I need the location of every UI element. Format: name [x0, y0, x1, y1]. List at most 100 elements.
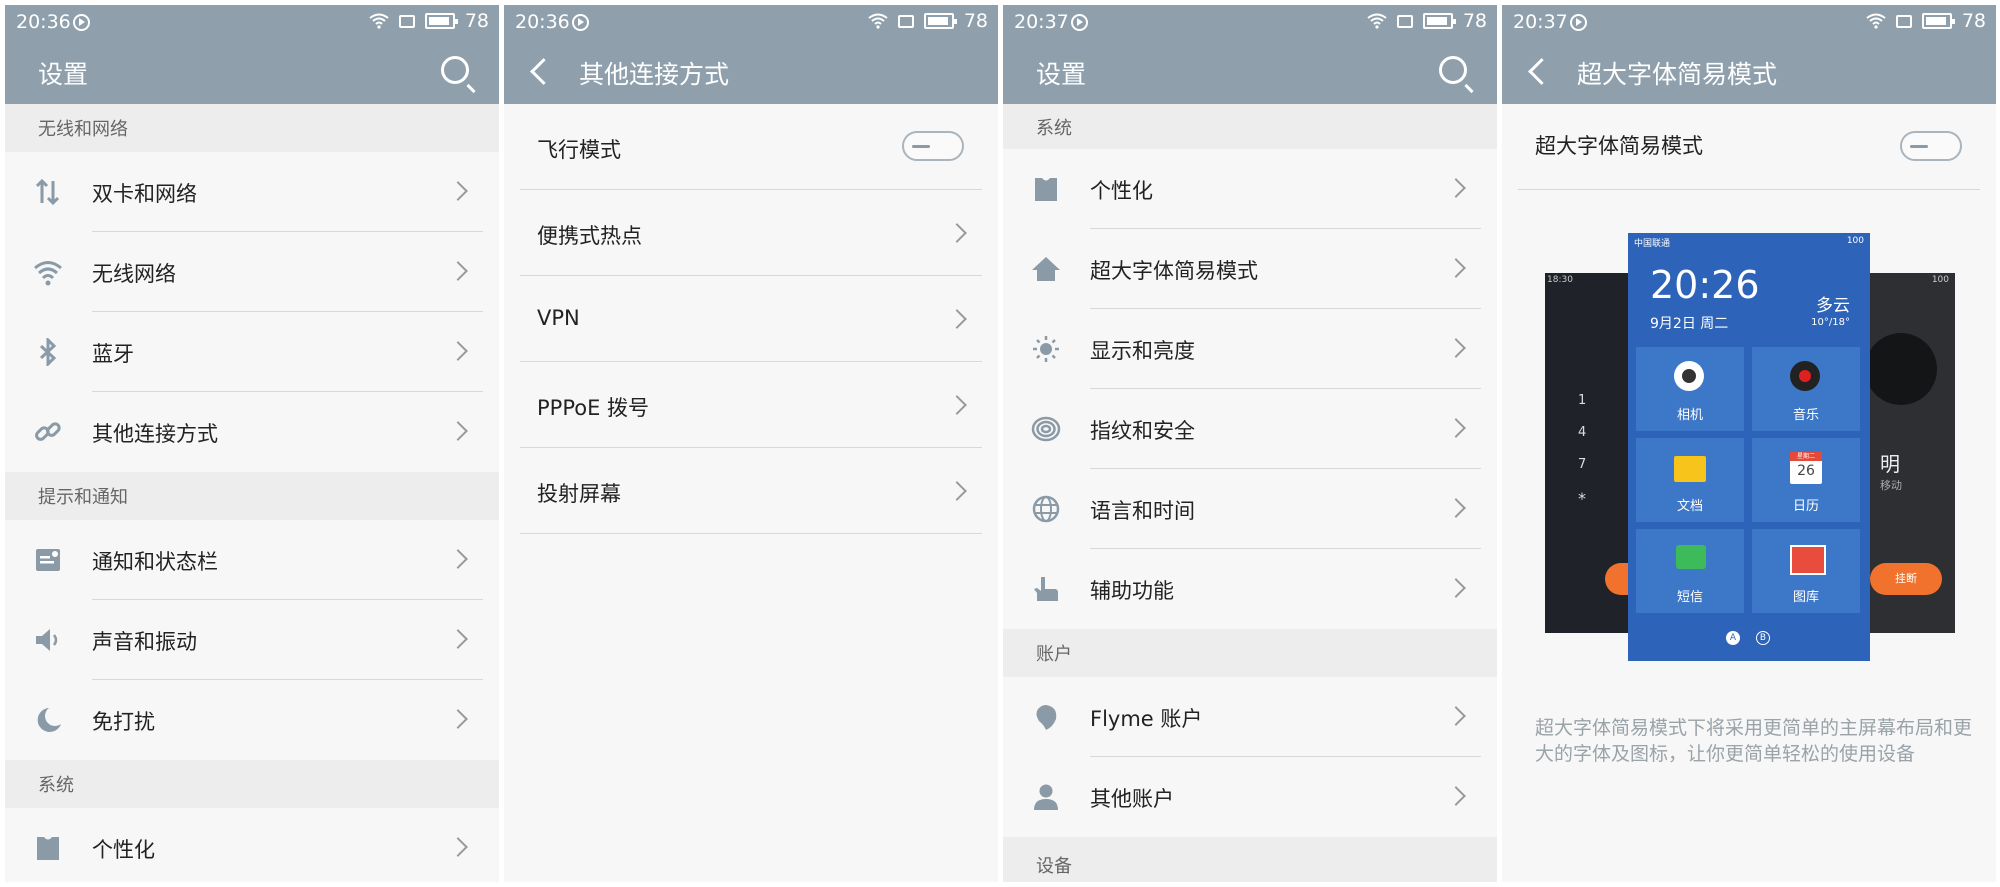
calendar-day: 26: [1797, 463, 1815, 479]
chevron-right-icon: [448, 421, 468, 441]
preview-right-name: 明: [1880, 452, 1900, 476]
battery-level: 78: [1961, 10, 1986, 32]
sim-status-icon: [1895, 14, 1912, 28]
large-font-mode-row: 超大字体简易模式: [1502, 104, 1996, 190]
settings-panel-main: 20:36 78 设置 无线和网络 双卡和网络 无线网络 蓝牙 其他连接方式 提…: [5, 5, 499, 882]
battery-icon: [923, 13, 957, 29]
large-font-mode-toggle[interactable]: [1900, 131, 1962, 161]
preview-main-phone: 中国联通 100 20:26 9月2日 周二 多云 10°/18° 相机 音乐 …: [1628, 233, 1870, 661]
fingerprint-icon: [1031, 416, 1061, 442]
settings-item-pppoe[interactable]: PPPoE 拨号: [504, 362, 998, 448]
wifi-status-icon: [1367, 13, 1387, 29]
chevron-right-icon: [1446, 418, 1466, 438]
personalize-icon: [1035, 178, 1057, 201]
settings-item-dual-sim[interactable]: 双卡和网络: [5, 152, 499, 232]
settings-item-other-connections[interactable]: 其他连接方式: [5, 392, 499, 472]
settings-item-screen-cast[interactable]: 投射屏幕: [504, 448, 998, 534]
settings-item-display[interactable]: 显示和亮度: [1003, 309, 1497, 389]
settings-item-label: 语言和时间: [1090, 499, 1195, 523]
chevron-right-icon: [947, 309, 967, 329]
chevron-right-icon: [1446, 706, 1466, 726]
chevron-right-icon: [448, 341, 468, 361]
settings-item-hotspot[interactable]: 便携式热点: [504, 190, 998, 276]
settings-panel-system: 20:37 78 设置 系统 个性化 超大字体简易模式 显示和亮度 指纹和安全: [1003, 5, 1497, 882]
brightness-icon: [1033, 336, 1059, 362]
preview-tile-calendar: 星期二 26 日历: [1752, 438, 1860, 522]
settings-item-label: 声音和振动: [92, 630, 197, 654]
settings-item-do-not-disturb[interactable]: 免打扰: [5, 680, 499, 760]
search-icon[interactable]: [441, 56, 469, 84]
message-icon: [1676, 545, 1706, 569]
settings-item-notifications[interactable]: 通知和状态栏: [5, 520, 499, 600]
gallery-icon: [1790, 545, 1826, 575]
settings-item-fingerprint[interactable]: 指纹和安全: [1003, 389, 1497, 469]
settings-item-personalize[interactable]: 个性化: [1003, 149, 1497, 229]
settings-item-large-font-mode[interactable]: 超大字体简易模式: [1003, 229, 1497, 309]
preview-date: 9月2日 周二: [1650, 316, 1729, 332]
preview-key: 4: [1578, 425, 1587, 440]
link-icon: [35, 422, 61, 441]
section-header: 账户: [1003, 629, 1497, 677]
airplane-mode-label: 飞行模式: [537, 138, 621, 162]
airplane-mode-row: 飞行模式: [504, 104, 998, 190]
dual-sim-icon: [35, 178, 60, 206]
preview-weather: 多云: [1816, 296, 1850, 316]
preview-tile-messages: 短信: [1636, 529, 1744, 613]
music-icon: [1790, 361, 1820, 391]
preview-tile-camera: 相机: [1636, 347, 1744, 431]
settings-item-flyme-account[interactable]: Flyme 账户: [1003, 677, 1497, 757]
page-indicator-label: A: [1729, 633, 1737, 643]
battery-level: 78: [464, 10, 489, 32]
hand-icon: [1034, 577, 1058, 601]
settings-item-vpn[interactable]: VPN: [504, 276, 998, 362]
airplane-mode-toggle[interactable]: [902, 131, 964, 161]
chevron-right-icon: [448, 261, 468, 281]
search-icon[interactable]: [1439, 56, 1467, 84]
large-font-mode-label: 超大字体简易模式: [1535, 134, 1703, 158]
settings-item-personalize[interactable]: 个性化: [5, 808, 499, 882]
page-title: 其他连接方式: [579, 60, 730, 89]
settings-item-other-accounts[interactable]: 其他账户: [1003, 757, 1497, 837]
back-arrow-icon[interactable]: [530, 58, 557, 85]
settings-item-bluetooth[interactable]: 蓝牙: [5, 312, 499, 392]
sim-status-icon: [398, 14, 415, 28]
settings-item-label: 个性化: [1090, 179, 1153, 203]
preview-right-subtext: 移动: [1880, 479, 1902, 492]
title-bar: 设置: [1003, 38, 1497, 104]
chevron-right-icon: [947, 223, 967, 243]
other-connections-panel: 20:36 78 其他连接方式 飞行模式 便携式热点 VPN PPPoE 拨号 …: [504, 5, 998, 882]
settings-item-accessibility[interactable]: 辅助功能: [1003, 549, 1497, 629]
wifi-icon: [34, 261, 62, 286]
sim-status-icon: [1396, 14, 1413, 28]
status-bar: 20:37 78: [1502, 5, 1996, 38]
settings-item-language-time[interactable]: 语言和时间: [1003, 469, 1497, 549]
preview-key: 1: [1578, 393, 1587, 408]
chevron-right-icon: [448, 549, 468, 569]
page-indicator-a: A: [1726, 631, 1740, 645]
settings-item-label: 其他账户: [1090, 787, 1174, 811]
settings-item-label: Flyme 账户: [1090, 707, 1203, 731]
settings-item-wifi[interactable]: 无线网络: [5, 232, 499, 312]
back-arrow-icon[interactable]: [1528, 58, 1555, 85]
settings-item-label: 其他连接方式: [92, 422, 218, 446]
battery-icon: [1422, 13, 1456, 29]
status-time: 20:37: [1513, 11, 1568, 33]
calendar-head: 星期二: [1790, 452, 1822, 461]
chevron-right-icon: [448, 181, 468, 201]
mode-description: 超大字体简易模式下将采用更简单的主屏幕布局和更大的字体及图标，让你更简单轻松的使…: [1535, 717, 1973, 765]
section-header: 提示和通知: [5, 472, 499, 520]
settings-item-sound[interactable]: 声音和振动: [5, 600, 499, 680]
status-time: 20:37: [1014, 11, 1069, 33]
mode-preview-image: 18:30 1 4 7 * 100 明 移动 挂断 中国联通 100 20:26…: [1545, 233, 1955, 673]
media-playing-icon: [572, 14, 589, 31]
tile-label: 图库: [1792, 590, 1819, 605]
chevron-right-icon: [1446, 498, 1466, 518]
wifi-status-icon: [868, 13, 888, 29]
section-header: 系统: [5, 760, 499, 808]
divider: [520, 533, 982, 534]
calendar-icon: 星期二 26: [1790, 452, 1822, 484]
tile-label: 短信: [1676, 590, 1703, 605]
chevron-right-icon: [448, 629, 468, 649]
page-indicator-label: B: [1759, 633, 1767, 643]
bluetooth-icon: [39, 338, 57, 366]
